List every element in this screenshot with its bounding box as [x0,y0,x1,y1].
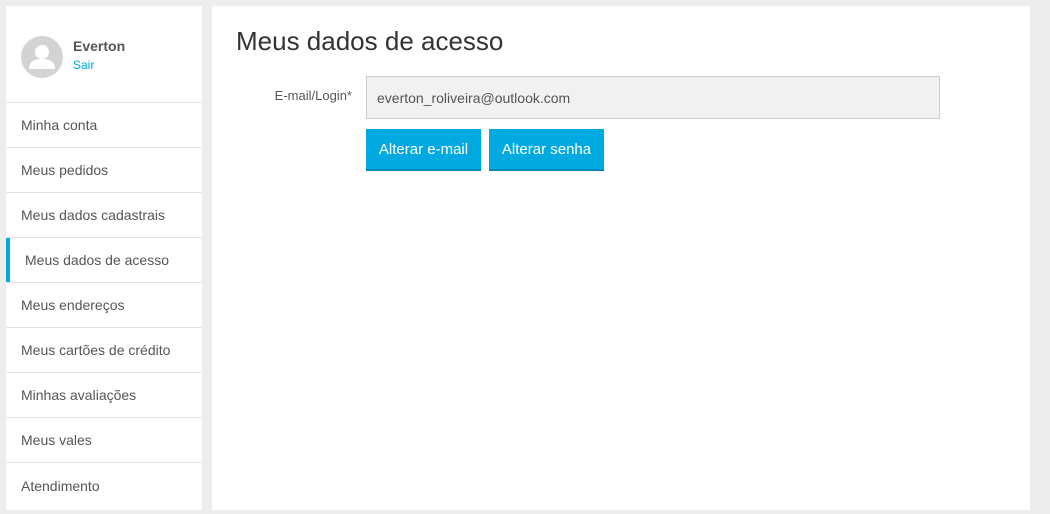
account-menu: Minha conta Meus pedidos Meus dados cada… [6,103,202,508]
main-panel: Meus dados de acesso E-mail/Login* Alter… [212,6,1030,510]
sidebar-item-atendimento[interactable]: Atendimento [6,463,202,508]
avatar-icon [21,36,63,78]
email-label: E-mail/Login* [274,88,352,103]
sidebar-item-meus-vales[interactable]: Meus vales [6,418,202,463]
sidebar-item-meus-pedidos[interactable]: Meus pedidos [6,148,202,193]
page-title: Meus dados de acesso [236,26,504,56]
email-field[interactable] [366,76,940,119]
sidebar-item-meus-enderecos[interactable]: Meus endereços [6,283,202,328]
change-password-button[interactable]: Alterar senha [489,129,604,171]
change-email-button[interactable]: Alterar e-mail [366,129,481,171]
user-name: Everton [73,38,126,54]
logout-link[interactable]: Sair [73,58,94,72]
sidebar-item-minha-conta[interactable]: Minha conta [6,103,202,148]
account-sidebar: Everton Sair Minha conta Meus pedidos Me… [6,6,202,510]
sidebar-item-meus-dados-cadastrais[interactable]: Meus dados cadastrais [6,193,202,238]
sidebar-item-meus-cartoes[interactable]: Meus cartões de crédito [6,328,202,373]
sidebar-item-meus-dados-de-acesso[interactable]: Meus dados de acesso [6,238,202,283]
user-panel: Everton Sair [6,6,202,103]
sidebar-item-minhas-avaliacoes[interactable]: Minhas avaliações [6,373,202,418]
